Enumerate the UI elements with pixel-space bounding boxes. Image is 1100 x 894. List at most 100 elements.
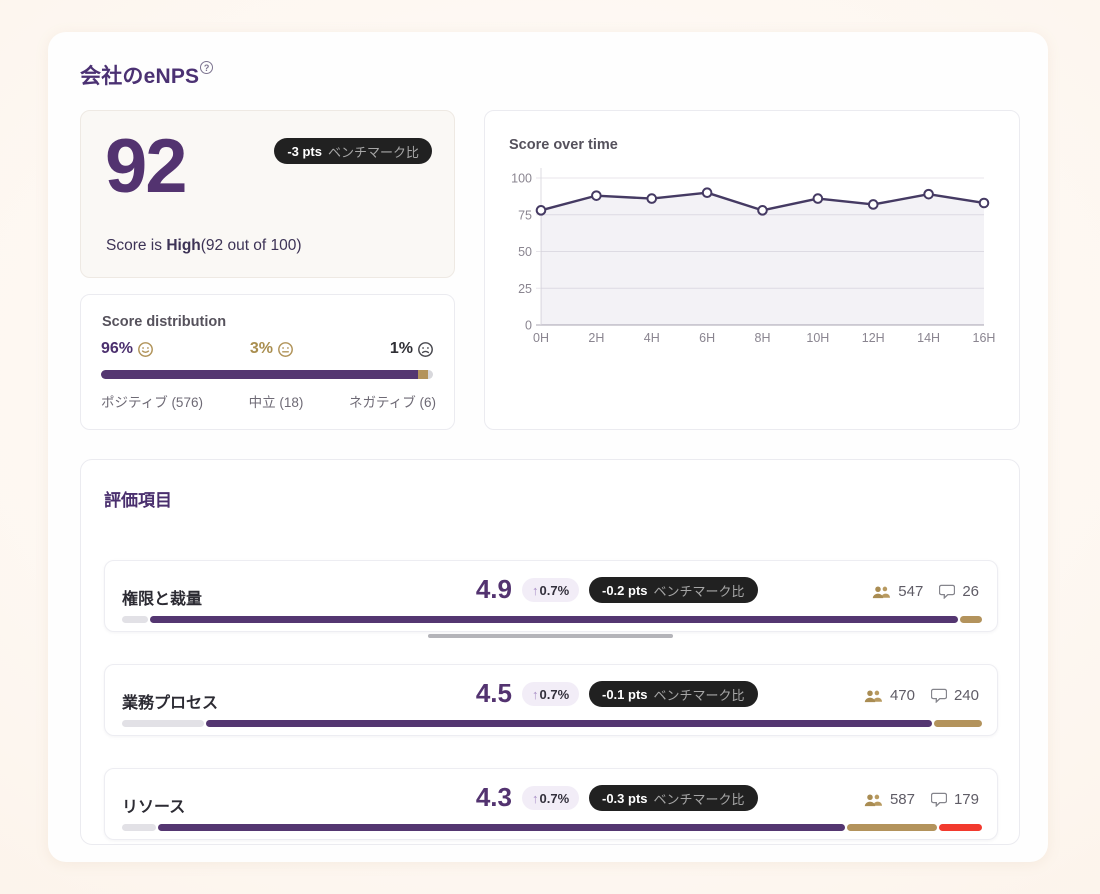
score-caption: Score is High(92 out of 100)	[106, 237, 302, 255]
benchmark-label: ベンチマーク比	[327, 144, 419, 160]
positive-label: ポジティブ (576)	[101, 395, 203, 410]
benchmark-value: -0.1 pts	[602, 686, 648, 702]
people-icon	[864, 793, 883, 807]
row-label: リソース	[122, 799, 186, 816]
neutral-percent: 3%	[250, 340, 294, 358]
score-distribution-card: Score distribution 96% 3% 1% ポジティブ (576)…	[80, 294, 455, 430]
arrow-up-icon: ↑	[532, 686, 539, 702]
benchmark-label: ベンチマーク比	[653, 687, 745, 703]
change-value: 0.7%	[539, 686, 570, 702]
happy-face-icon	[137, 341, 154, 358]
neutral-bar-segment	[418, 370, 428, 379]
bar-purple-segment	[149, 616, 959, 623]
score-over-time-card: Score over time 0 25 50 75 100 0H 2H 4H 6H 8H 10H 1…	[484, 110, 1020, 430]
benchmark-badge: -3 pts ベンチマーク比	[274, 138, 432, 164]
negative-percent: 1%	[390, 340, 434, 358]
comments-count: 240	[953, 687, 979, 704]
svg-text:16H: 16H	[973, 331, 996, 345]
bar-gray-segment	[122, 616, 148, 623]
people-icon	[872, 585, 891, 599]
comment-icon	[930, 688, 947, 703]
bar-purple-segment	[205, 720, 933, 727]
negative-label: ネガティブ (6)	[349, 395, 436, 410]
svg-text:100: 100	[511, 172, 532, 186]
svg-text:25: 25	[518, 282, 532, 296]
respondents-stat: 470	[864, 687, 915, 704]
neutral-label: 中立 (18)	[248, 395, 304, 410]
svg-text:0: 0	[525, 319, 532, 333]
benchmark-badge: -0.3 pts ベンチマーク比	[589, 785, 758, 811]
benchmark-label: ベンチマーク比	[653, 791, 745, 807]
comment-icon	[930, 792, 947, 807]
evaluation-row-resources[interactable]: リソース 4.3 ↑ 0.7% -0.3 pts ベンチマーク比 587 179	[104, 768, 998, 840]
svg-text:50: 50	[518, 245, 532, 259]
neutral-percent-value: 3%	[249, 340, 274, 357]
respondents-stat: 587	[864, 791, 915, 808]
change-value: 0.7%	[539, 790, 570, 806]
benchmark-value: -0.2 pts	[602, 582, 648, 598]
info-icon[interactable]: ?	[200, 61, 214, 74]
bar-red-segment	[939, 824, 983, 831]
change-badge: ↑ 0.7%	[522, 578, 580, 602]
row-score: 4.5	[475, 678, 512, 708]
evaluation-items-card: 評価項目 権限と裁量 4.9 ↑ 0.7% -0.2 pts ベンチマーク比 54…	[80, 459, 1020, 845]
dashboard-panel: 会社のeNPS? 92 -3 pts ベンチマーク比 Score is High…	[48, 32, 1048, 862]
benchmark-value: -0.3 pts	[602, 790, 648, 806]
benchmark-label: ベンチマーク比	[653, 583, 745, 599]
change-badge: ↑ 0.7%	[522, 682, 580, 706]
svg-text:2H: 2H	[588, 331, 604, 345]
enps-score-value: 92	[105, 124, 188, 209]
benchmark-badge: -0.1 pts ベンチマーク比	[589, 681, 758, 707]
evaluation-title: 評価項目	[104, 491, 172, 510]
row-score: 4.9	[475, 574, 512, 604]
bar-gold-segment	[934, 720, 982, 727]
respondents-count: 470	[889, 687, 915, 704]
change-value: 0.7%	[539, 582, 570, 598]
svg-text:12H: 12H	[862, 331, 885, 345]
neutral-face-icon	[277, 341, 294, 358]
page-title-text: 会社のeNPS	[80, 65, 200, 88]
comment-icon	[939, 584, 956, 599]
row-label: 権限と裁量	[122, 591, 203, 608]
arrow-up-icon: ↑	[532, 790, 539, 806]
row-score: 4.3	[475, 782, 512, 812]
respondents-count: 547	[898, 583, 924, 600]
bar-gray-segment	[122, 720, 204, 727]
row-stats: 470 240	[864, 687, 979, 704]
comments-stat: 179	[930, 791, 979, 808]
caption-prefix: Score is	[106, 237, 167, 254]
svg-text:0H: 0H	[533, 331, 549, 345]
positive-bar-segment	[101, 370, 419, 379]
respondents-count: 587	[889, 791, 915, 808]
comments-count: 26	[962, 583, 979, 600]
sad-face-icon	[417, 341, 434, 358]
distribution-labels: ポジティブ (576) 中立 (18) ネガティブ (6)	[101, 391, 436, 411]
row-score-bar	[122, 824, 983, 831]
svg-text:10H: 10H	[806, 331, 829, 345]
horizontal-scrollbar[interactable]	[428, 634, 673, 638]
enps-score-card: 92 -3 pts ベンチマーク比 Score is High(92 out o…	[80, 110, 455, 278]
caption-level: High	[166, 237, 201, 254]
svg-text:75: 75	[518, 208, 532, 222]
distribution-bar	[101, 370, 433, 379]
row-stats: 547 26	[872, 583, 979, 600]
svg-text:14H: 14H	[917, 331, 940, 345]
comments-count: 179	[953, 791, 979, 808]
svg-text:4H: 4H	[644, 331, 660, 345]
comments-stat: 240	[930, 687, 979, 704]
respondents-stat: 547	[872, 583, 923, 600]
benchmark-value: -3 pts	[287, 143, 322, 159]
distribution-percents: 96% 3% 1%	[101, 340, 434, 358]
positive-percent: 96%	[101, 340, 154, 358]
bar-gray-segment	[122, 824, 157, 831]
change-badge: ↑ 0.7%	[522, 786, 580, 810]
evaluation-row-authority[interactable]: 権限と裁量 4.9 ↑ 0.7% -0.2 pts ベンチマーク比 547 26	[104, 560, 998, 632]
distribution-title: Score distribution	[102, 314, 227, 330]
row-label: 業務プロセス	[122, 695, 219, 712]
row-score-bar	[122, 720, 982, 727]
row-stats: 587 179	[864, 791, 979, 808]
score-over-time-chart: 0 25 50 75 100 0H 2H 4H 6H 8H 10H 12H 14H 16H	[511, 168, 996, 345]
evaluation-row-process[interactable]: 業務プロセス 4.5 ↑ 0.7% -0.1 pts ベンチマーク比 470 2…	[104, 664, 998, 736]
arrow-up-icon: ↑	[532, 582, 539, 598]
negative-percent-value: 1%	[389, 340, 413, 357]
